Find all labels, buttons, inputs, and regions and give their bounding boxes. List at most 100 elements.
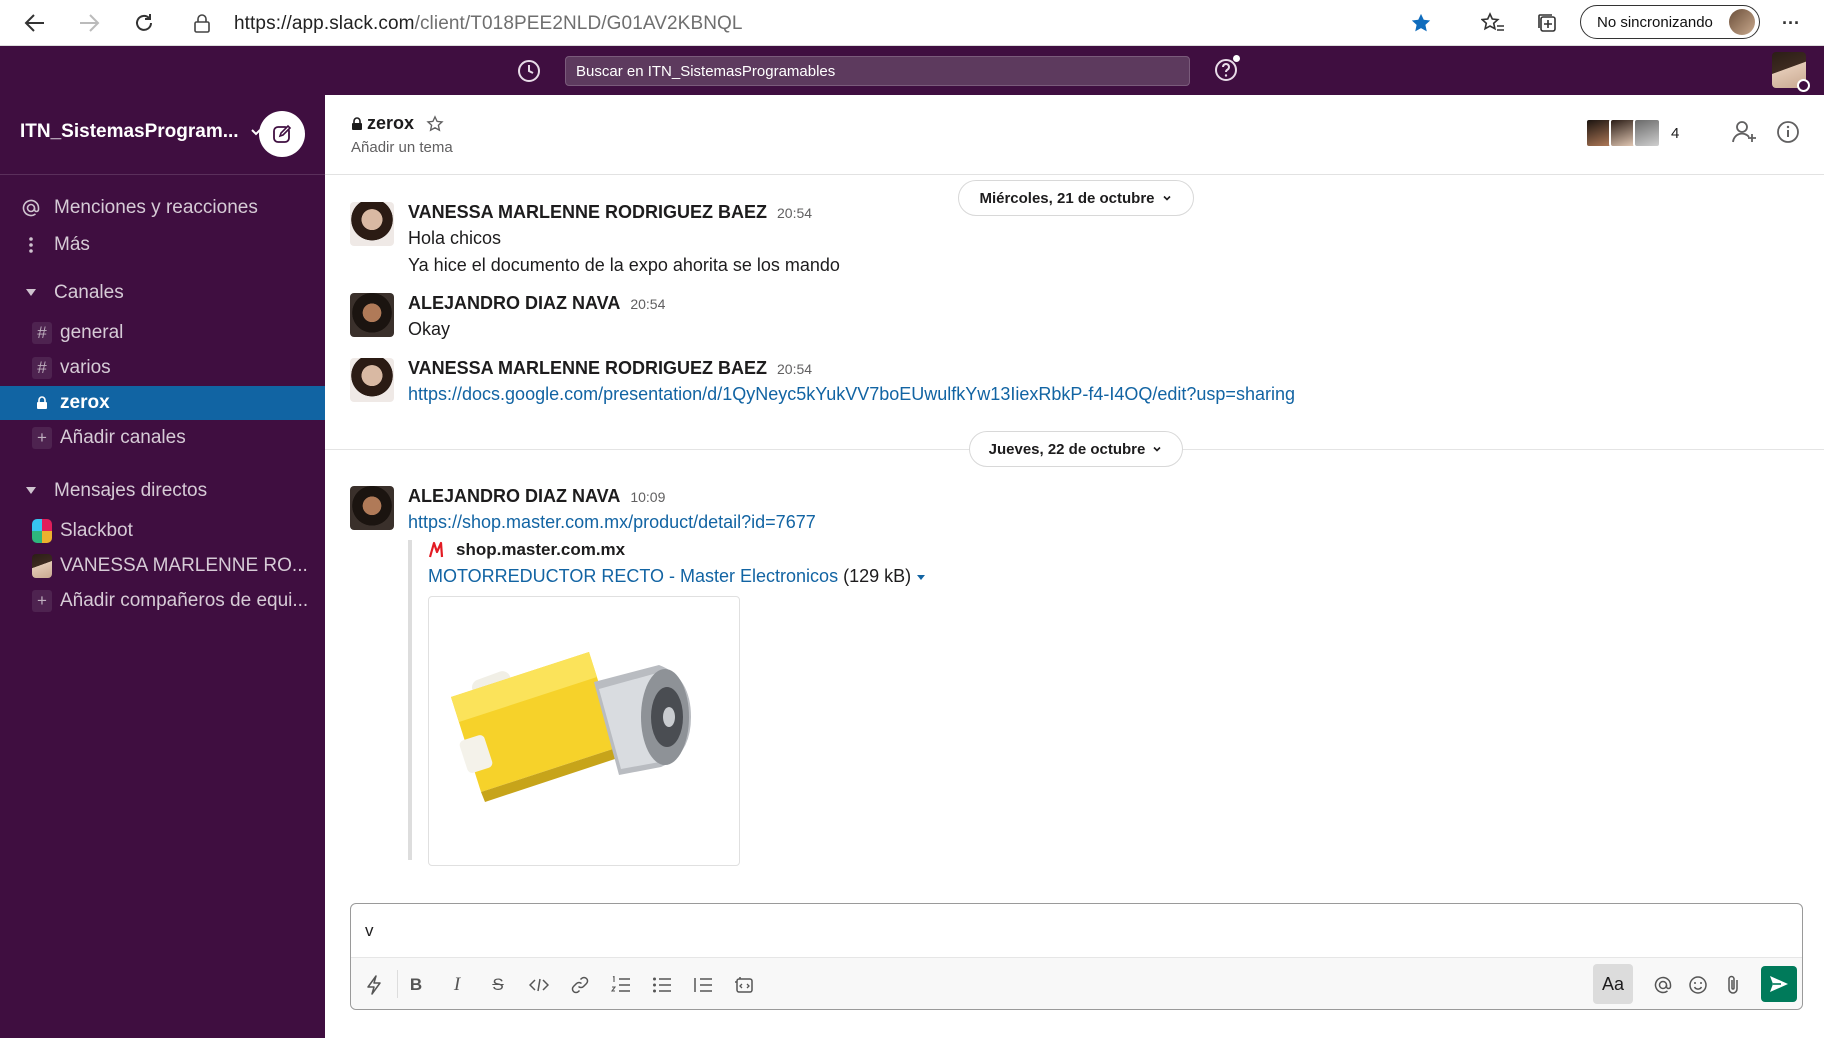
history-icon[interactable] — [516, 58, 542, 84]
mention-icon[interactable] — [1650, 972, 1676, 998]
preview-image[interactable] — [428, 596, 740, 866]
formatting-toggle-button[interactable]: Aa — [1593, 964, 1633, 1004]
sidebar-item-general[interactable]: # general — [0, 316, 325, 350]
date-divider-button[interactable]: Miércoles, 21 de octubre — [958, 180, 1194, 216]
channel-name: general — [60, 322, 124, 343]
message-time[interactable]: 20:54 — [630, 296, 665, 312]
message-link[interactable]: https://shop.master.com.mx/product/detai… — [408, 512, 816, 533]
collections-icon[interactable] — [1532, 8, 1562, 38]
back-icon[interactable] — [20, 8, 50, 38]
code-icon[interactable] — [526, 972, 552, 998]
workspace-name: ITN_SistemasProgram... — [20, 121, 239, 142]
sync-label: No sincronizando — [1597, 13, 1713, 31]
at-icon — [16, 198, 46, 218]
add-channels-button[interactable]: + Añadir canales — [0, 421, 325, 455]
date-label: Jueves, 22 de octubre — [988, 440, 1146, 458]
toolbar-divider — [397, 970, 398, 998]
help-icon[interactable] — [1213, 54, 1241, 83]
emoji-icon[interactable] — [1685, 972, 1711, 998]
date-label: Miércoles, 21 de octubre — [979, 189, 1155, 207]
hash-icon: # — [32, 322, 52, 344]
chevron-down-icon — [1162, 195, 1171, 201]
browser-toolbar: https://app.slack.com/client/T018PEE2NLD… — [0, 0, 1824, 46]
send-icon — [1770, 976, 1788, 992]
members-button[interactable]: 4 — [1585, 118, 1679, 148]
ordered-list-icon[interactable] — [608, 972, 634, 998]
strikethrough-icon[interactable]: S — [485, 972, 511, 998]
profile-sync-button[interactable]: No sincronizando — [1580, 5, 1760, 39]
bullet-list-icon[interactable] — [649, 972, 675, 998]
dm-avatar — [32, 554, 52, 578]
motor-image — [451, 652, 691, 802]
add-teammates-button[interactable]: + Añadir compañeros de equi... — [0, 584, 325, 618]
lock-icon — [352, 116, 362, 130]
sidebar-item-label: Añadir compañeros de equi... — [60, 590, 309, 611]
sidebar-item-label: Añadir canales — [60, 427, 186, 448]
hash-icon: # — [32, 357, 52, 379]
link-preview: shop.master.com.mx MOTORREDUCTOR RECTO -… — [408, 540, 1008, 866]
message-input[interactable]: v — [365, 921, 374, 941]
attachment-icon[interactable] — [1720, 972, 1746, 998]
message-author[interactable]: ALEJANDRO DIAZ NAVA — [408, 293, 620, 314]
profile-avatar — [1729, 9, 1755, 35]
channel-title[interactable]: zerox — [351, 113, 444, 134]
message-time[interactable]: 20:54 — [777, 205, 812, 221]
bold-icon[interactable]: B — [403, 972, 429, 998]
sidebar-item-varios[interactable]: # varios — [0, 351, 325, 385]
workspace-menu[interactable]: ITN_SistemasProgram... — [20, 121, 263, 143]
slackbot-avatar — [32, 519, 52, 543]
refresh-icon[interactable] — [129, 8, 159, 38]
dm-section-header[interactable]: Mensajes directos — [0, 474, 325, 508]
channel-name: varios — [60, 357, 111, 378]
message: ALEJANDRO DIAZ NAVA 10:09 https://shop.ma… — [350, 486, 1250, 903]
info-icon[interactable] — [1775, 119, 1801, 145]
message-author[interactable]: VANESSA MARLENNE RODRIGUEZ BAEZ — [408, 358, 767, 379]
star-icon[interactable] — [426, 114, 444, 133]
avatar[interactable] — [350, 202, 394, 246]
message-author[interactable]: VANESSA MARLENNE RODRIGUEZ BAEZ — [408, 202, 767, 223]
address-bar[interactable]: https://app.slack.com/client/T018PEE2NLD… — [180, 5, 1442, 41]
favorites-icon[interactable] — [1478, 8, 1508, 38]
italic-icon[interactable]: I — [444, 972, 470, 998]
user-avatar[interactable] — [1772, 52, 1810, 92]
avatar[interactable] — [350, 486, 394, 530]
sidebar-item-vanessa[interactable]: VANESSA MARLENNE RO... — [0, 549, 325, 583]
preview-title-link[interactable]: MOTORREDUCTOR RECTO - Master Electronico… — [428, 566, 838, 586]
sidebar-item-mentions[interactable]: Menciones y reacciones — [0, 191, 325, 225]
avatar[interactable] — [350, 358, 394, 402]
code-block-icon[interactable] — [731, 972, 757, 998]
blockquote-icon[interactable] — [690, 972, 716, 998]
send-button[interactable] — [1761, 966, 1797, 1002]
browser-menu-button[interactable]: ··· — [1776, 8, 1806, 38]
more-dots-icon: ··· — [1782, 12, 1800, 33]
caret-down-icon[interactable] — [916, 574, 926, 582]
message-time[interactable]: 10:09 — [630, 489, 665, 505]
plus-icon: + — [32, 427, 52, 449]
date-divider-button[interactable]: Jueves, 22 de octubre — [969, 431, 1183, 467]
channel-topic[interactable]: Añadir un tema — [351, 139, 453, 156]
sidebar-item-slackbot[interactable]: Slackbot — [0, 514, 325, 548]
shortcuts-icon[interactable] — [361, 972, 387, 998]
lock-icon — [194, 14, 210, 33]
channels-section-header[interactable]: Canales — [0, 276, 325, 310]
search-input[interactable]: Buscar en ITN_SistemasProgramables — [565, 56, 1190, 86]
preview-size: (129 kB) — [843, 566, 912, 586]
message-time[interactable]: 20:54 — [777, 361, 812, 377]
plus-icon: + — [32, 590, 52, 612]
forward-icon[interactable] — [74, 8, 104, 38]
favorite-star-icon[interactable] — [1410, 12, 1432, 34]
add-member-icon[interactable] — [1731, 119, 1759, 145]
channel-name: zerox — [60, 392, 110, 413]
sidebar-item-more[interactable]: Más — [0, 228, 325, 262]
sidebar-item-zerox[interactable]: zerox — [0, 386, 325, 420]
compose-icon — [273, 124, 292, 143]
chevron-down-icon — [1153, 446, 1161, 452]
preview-title: MOTORREDUCTOR RECTO - Master Electronico… — [428, 566, 926, 587]
message-author[interactable]: ALEJANDRO DIAZ NAVA — [408, 486, 620, 507]
compose-button[interactable] — [259, 111, 305, 157]
link-icon[interactable] — [567, 972, 593, 998]
avatar[interactable] — [350, 293, 394, 337]
composer-toolbar: B I S Aa — [351, 957, 1802, 1009]
message-link[interactable]: https://docs.google.com/presentation/d/1… — [408, 384, 1295, 405]
lock-icon — [32, 392, 52, 414]
